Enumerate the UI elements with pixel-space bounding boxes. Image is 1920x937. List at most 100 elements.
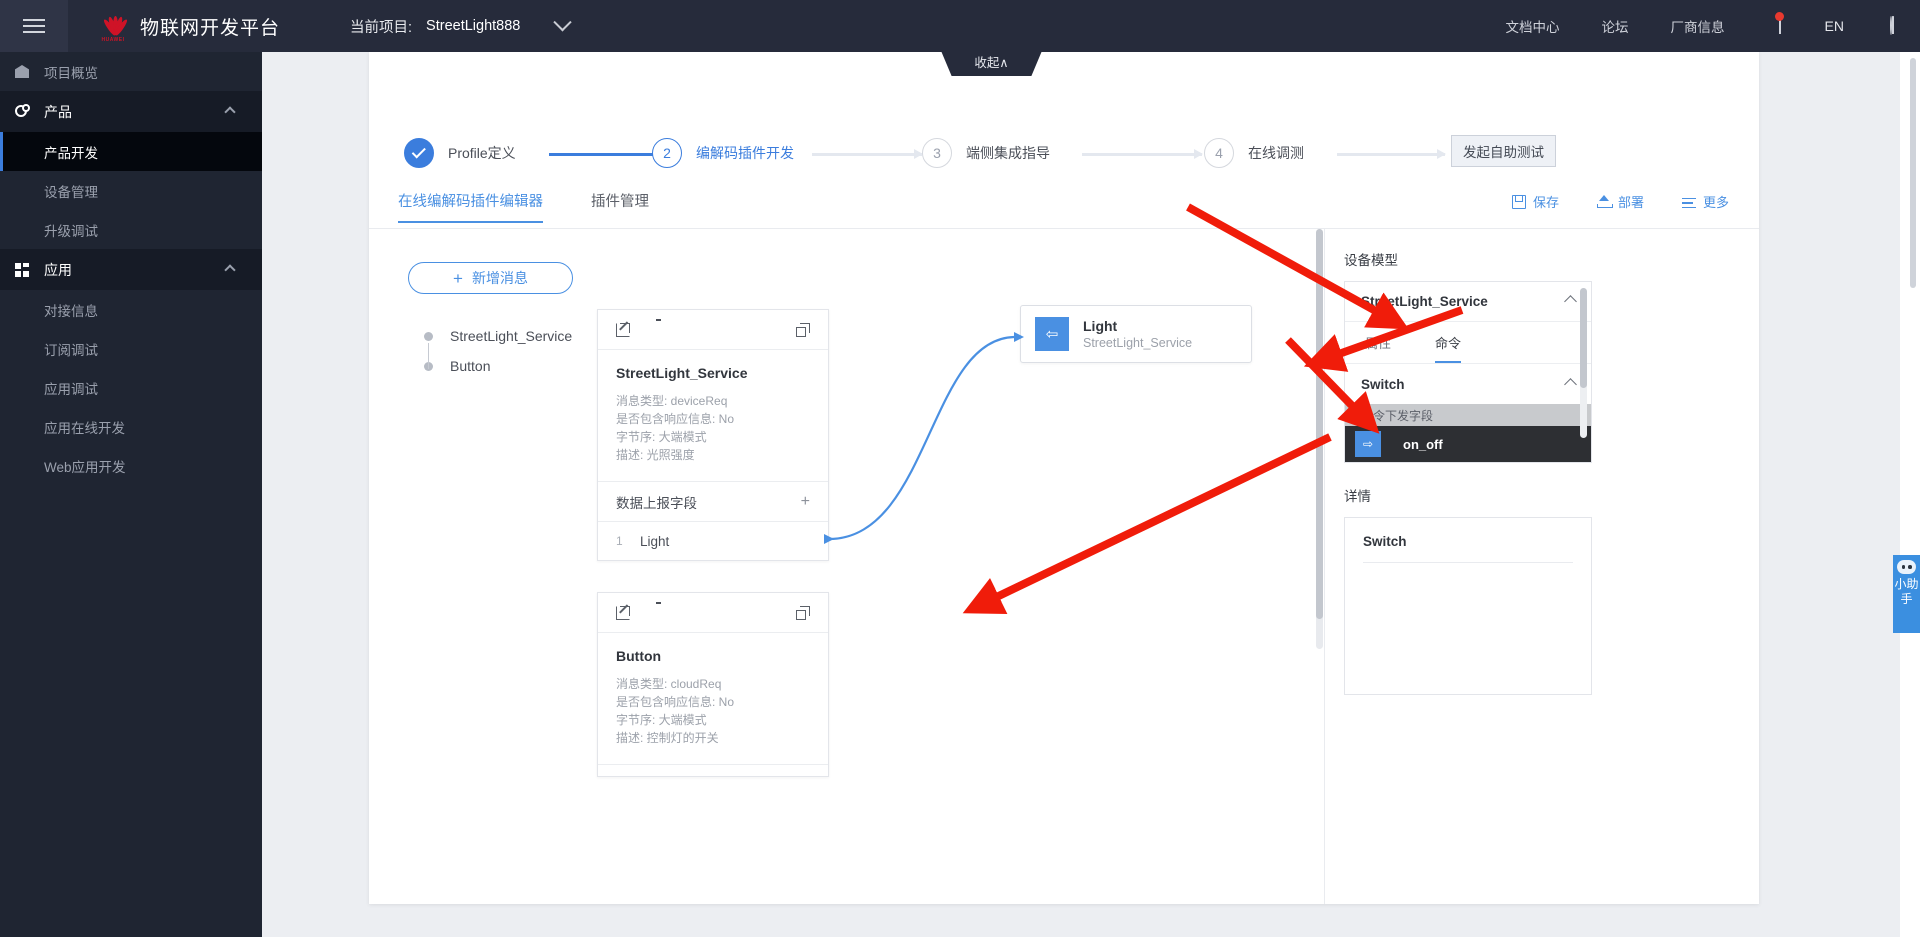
sidebar-item-label: 应用调试: [44, 381, 98, 397]
tab-properties[interactable]: 属性: [1365, 322, 1391, 363]
header-link-vendor[interactable]: 厂商信息: [1671, 16, 1725, 36]
huawei-logo: HUAWEI: [96, 9, 130, 43]
step-codec-plugin-dev[interactable]: 2 编解码插件开发: [652, 138, 794, 168]
tree-item-button[interactable]: Button: [424, 351, 572, 381]
sidebar-group-application[interactable]: 应用: [0, 249, 262, 290]
sidebar-item-product-dev[interactable]: 产品开发: [0, 132, 262, 171]
card-body: StreetLight_Service 消息类型: deviceReq 是否包含…: [598, 350, 828, 482]
card-meta-has-response: 是否包含响应信息: No: [616, 695, 735, 709]
sidebar-item-label: 产品开发: [44, 145, 98, 161]
tab-online-codec-editor[interactable]: 在线编解码插件编辑器: [398, 190, 543, 223]
add-message-label: 新增消息: [471, 270, 528, 286]
assistant-widget[interactable]: 小助手: [1893, 555, 1920, 633]
tab-commands[interactable]: 命令: [1435, 322, 1462, 363]
robot-icon: [1897, 560, 1916, 574]
project-value: StreetLight888: [426, 18, 521, 34]
sidebar-item-label: 设备管理: [44, 184, 98, 200]
service-header[interactable]: StreetLight_Service: [1345, 282, 1591, 322]
user-icon[interactable]: [1890, 16, 1894, 35]
command-group-switch[interactable]: Switch: [1345, 364, 1591, 404]
chevron-up-icon[interactable]: [1564, 377, 1577, 391]
tree-connector: [428, 343, 429, 369]
field-index: 1: [616, 534, 623, 548]
sidebar-item-integration-info[interactable]: 对接信息: [0, 290, 262, 329]
device-model-box: StreetLight_Service 属性 命令 Switch 命令下发字段: [1344, 281, 1592, 463]
card-field-row[interactable]: 1 Light: [598, 522, 828, 560]
step-connector-3: [1082, 149, 1203, 159]
data-mapping-icon: ⇨: [1355, 431, 1381, 457]
language-switcher[interactable]: EN: [1825, 18, 1844, 34]
deploy-icon: [1596, 194, 1613, 209]
bullet-icon: [424, 331, 433, 341]
page-scrollbar-thumb[interactable]: [1910, 58, 1916, 288]
detail-name: Switch: [1363, 534, 1573, 563]
home-icon: [0, 65, 44, 78]
sidebar-item-project-overview[interactable]: 项目概览: [0, 52, 262, 91]
self-test-button[interactable]: 发起自助测试: [1451, 135, 1556, 167]
product-icon: [0, 104, 44, 119]
canvas-scrollbar-thumb[interactable]: [1316, 229, 1323, 619]
step-profile-definition[interactable]: Profile定义: [404, 138, 516, 168]
project-selector[interactable]: 当前项目: StreetLight888: [350, 12, 573, 37]
deploy-button[interactable]: 部署: [1596, 192, 1644, 211]
field-name: Light: [640, 533, 670, 549]
editor-toolbar: 保存 部署 更多: [1474, 192, 1729, 211]
header-link-docs[interactable]: 文档中心: [1506, 16, 1560, 36]
chevron-down-icon[interactable]: [553, 12, 573, 31]
more-button[interactable]: 更多: [1681, 192, 1729, 211]
chevron-up-icon[interactable]: [1564, 295, 1577, 308]
edit-icon[interactable]: [616, 605, 630, 620]
sidebar: 项目概览 产品 产品开发 设备管理 升级调试 应用 对接信息 订阅调试 应用调试…: [0, 52, 262, 937]
save-button[interactable]: 保存: [1511, 192, 1559, 211]
message-card-streetlight-service: StreetLight_Service 消息类型: deviceReq 是否包含…: [597, 309, 829, 561]
card-toolbar: [598, 310, 828, 350]
copy-icon[interactable]: [796, 322, 810, 337]
sidebar-group-product[interactable]: 产品: [0, 91, 262, 132]
step-label: 在线调测: [1248, 145, 1304, 161]
add-message-button[interactable]: + 新增消息: [408, 262, 573, 294]
panel-scrollbar-thumb[interactable]: [1580, 288, 1587, 388]
editor-tabs: 在线编解码插件编辑器 插件管理: [398, 190, 697, 223]
hamburger-icon[interactable]: [0, 0, 68, 52]
tree-item-label: Button: [450, 358, 491, 374]
sidebar-item-subscription-debug[interactable]: 订阅调试: [0, 329, 262, 368]
sidebar-item-web-app-dev[interactable]: Web应用开发: [0, 446, 262, 485]
card-meta-message-type: 消息类型: deviceReq: [616, 394, 728, 408]
add-field-icon[interactable]: +: [801, 493, 810, 511]
step-device-integration-guide[interactable]: 3 端侧集成指导: [922, 138, 1050, 168]
apps-icon: [0, 262, 44, 277]
chevron-up-icon[interactable]: [224, 263, 236, 276]
more-label: 更多: [1702, 195, 1729, 210]
card-title: StreetLight_Service: [616, 365, 748, 381]
delete-icon[interactable]: [651, 602, 665, 620]
brand-title: 物联网开发平台: [140, 17, 281, 39]
sidebar-item-upgrade-debug[interactable]: 升级调试: [0, 210, 262, 249]
sidebar-item-app-online-dev[interactable]: 应用在线开发: [0, 407, 262, 446]
mapping-node-light[interactable]: ⇦ Light StreetLight_Service: [1020, 305, 1252, 363]
app-root: HUAWEI 物联网开发平台 当前项目: StreetLight888 文档中心…: [0, 0, 1920, 937]
tab-plugin-management[interactable]: 插件管理: [591, 190, 649, 223]
card-meta-byte-order: 字节序: 大端模式: [616, 430, 707, 444]
edit-icon[interactable]: [616, 322, 630, 337]
plus-icon: +: [453, 268, 463, 288]
delete-icon[interactable]: [651, 319, 665, 337]
notification-dot: [1774, 12, 1784, 21]
message-card-button: Button 消息类型: cloudReq 是否包含响应信息: No 字节序: …: [597, 592, 829, 777]
step-connector-2: [812, 149, 923, 159]
collapse-toggle[interactable]: 收起∧: [939, 52, 1044, 76]
tree-item-streetlight-service[interactable]: StreetLight_Service: [424, 321, 572, 351]
step-number: 2: [652, 138, 682, 168]
card-meta-description: 描述: 控制灯的开关: [616, 731, 719, 745]
sidebar-item-device-manage[interactable]: 设备管理: [0, 171, 262, 210]
step-label: Profile定义: [448, 145, 516, 161]
command-group-name: Switch: [1361, 376, 1405, 392]
header-link-forum[interactable]: 论坛: [1602, 16, 1629, 36]
sidebar-item-label: 应用在线开发: [44, 420, 125, 436]
command-field-on-off[interactable]: ⇨ on_off: [1345, 426, 1591, 462]
device-model-panel: 设备模型 StreetLight_Service 属性 命令 Switch 命令…: [1344, 249, 1744, 695]
step-connector-1: [549, 153, 654, 156]
sidebar-item-app-debug[interactable]: 应用调试: [0, 368, 262, 407]
chevron-up-icon[interactable]: [224, 105, 236, 118]
copy-icon[interactable]: [796, 605, 810, 620]
step-online-debug[interactable]: 4 在线调测: [1204, 138, 1304, 168]
